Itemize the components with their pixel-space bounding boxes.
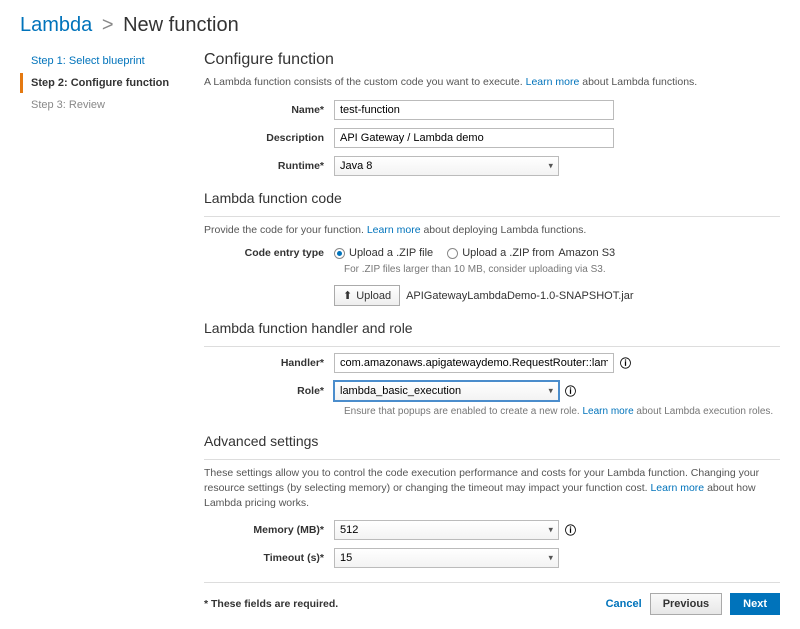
runtime-label: Runtime* bbox=[204, 160, 334, 172]
required-note: * These fields are required. bbox=[204, 598, 338, 610]
radio-icon bbox=[447, 248, 458, 259]
configure-desc: A Lambda function consists of the custom… bbox=[204, 75, 780, 90]
radio-upload-zip[interactable]: Upload a .ZIP file bbox=[334, 247, 433, 259]
info-icon[interactable]: ⓘ bbox=[620, 355, 631, 371]
learn-more-link[interactable]: Learn more bbox=[583, 406, 634, 417]
memory-select[interactable]: ▾ bbox=[334, 520, 559, 540]
learn-more-link[interactable]: Learn more bbox=[650, 482, 704, 494]
timeout-select[interactable]: ▾ bbox=[334, 548, 559, 568]
info-icon[interactable]: ⓘ bbox=[565, 383, 576, 399]
role-label: Role* bbox=[204, 385, 334, 397]
learn-more-link[interactable]: Learn more bbox=[367, 224, 421, 236]
sidebar-step-3[interactable]: Step 3: Review bbox=[20, 95, 180, 115]
learn-more-link[interactable]: Learn more bbox=[526, 76, 580, 88]
uploaded-filename: APIGatewayLambdaDemo-1.0-SNAPSHOT.jar bbox=[406, 290, 633, 302]
sidebar-step-1[interactable]: Step 1: Select blueprint bbox=[20, 51, 180, 71]
sidebar-step-2[interactable]: Step 2: Configure function bbox=[20, 73, 180, 93]
handler-input[interactable] bbox=[334, 353, 614, 373]
description-label: Description bbox=[204, 132, 334, 144]
code-title: Lambda function code bbox=[204, 190, 780, 206]
next-button[interactable]: Next bbox=[730, 593, 780, 615]
upload-button[interactable]: ⬆ Upload bbox=[334, 285, 400, 306]
upload-icon: ⬆ bbox=[343, 289, 352, 302]
role-hint: Ensure that popups are enabled to create… bbox=[344, 405, 780, 419]
runtime-select[interactable]: ▾ bbox=[334, 156, 559, 176]
breadcrumb: Lambda > New function bbox=[20, 14, 780, 37]
wizard-sidebar: Step 1: Select blueprint Step 2: Configu… bbox=[20, 51, 180, 615]
code-desc: Provide the code for your function. Lear… bbox=[204, 223, 780, 238]
radio-upload-s3[interactable]: Upload a .ZIP from Amazon S3 bbox=[447, 247, 615, 259]
breadcrumb-current: New function bbox=[123, 14, 239, 36]
advanced-desc: These settings allow you to control the … bbox=[204, 466, 780, 510]
entry-type-label: Code entry type bbox=[204, 247, 334, 259]
previous-button[interactable]: Previous bbox=[650, 593, 722, 615]
role-select[interactable]: ▾ bbox=[334, 381, 559, 401]
breadcrumb-root[interactable]: Lambda bbox=[20, 14, 92, 36]
handler-label: Handler* bbox=[204, 357, 334, 369]
cancel-button[interactable]: Cancel bbox=[606, 598, 642, 610]
configure-title: Configure function bbox=[204, 51, 780, 69]
info-icon[interactable]: ⓘ bbox=[565, 522, 576, 538]
advanced-title: Advanced settings bbox=[204, 433, 780, 449]
upload-hint: For .ZIP files larger than 10 MB, consid… bbox=[344, 263, 780, 277]
description-input[interactable] bbox=[334, 128, 614, 148]
name-input[interactable] bbox=[334, 100, 614, 120]
breadcrumb-sep: > bbox=[102, 14, 114, 36]
timeout-label: Timeout (s)* bbox=[204, 552, 334, 564]
name-label: Name* bbox=[204, 104, 334, 116]
memory-label: Memory (MB)* bbox=[204, 524, 334, 536]
handler-title: Lambda function handler and role bbox=[204, 320, 780, 336]
amazon-s3-link[interactable]: Amazon S3 bbox=[558, 247, 615, 259]
radio-icon bbox=[334, 248, 345, 259]
